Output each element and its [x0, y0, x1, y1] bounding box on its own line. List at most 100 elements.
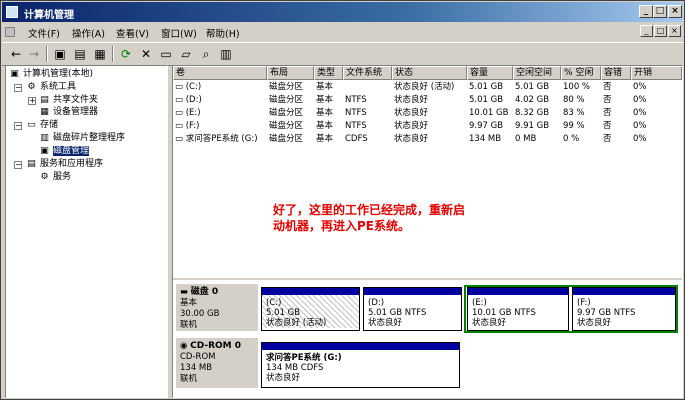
mdi-close-button[interactable]: ×	[668, 25, 681, 37]
volume-cell-fs: NTFS	[345, 95, 367, 105]
tools-icon: ⚙	[27, 81, 36, 92]
minimize-button[interactable]: _	[639, 5, 653, 18]
volume-cell-pct: 0 %	[563, 134, 580, 144]
title-bar[interactable]: 计算机管理 _ □ ×	[2, 2, 683, 22]
partition-d[interactable]: (D:) 5.01 GB NTFS 状态良好	[363, 287, 462, 331]
volume-cell-ov: 0%	[633, 82, 647, 92]
column-header-filesystem[interactable]: 文件系统	[343, 66, 392, 80]
column-header-fault-tolerance[interactable]: 容错	[601, 66, 631, 80]
partition-g[interactable]: 求问答PE系统 (G:) 134 MB CDFS 状态良好	[261, 342, 460, 388]
show-tree-icon[interactable]: ▤	[72, 46, 88, 62]
back-arrow-icon[interactable]: ←	[8, 46, 24, 62]
volume-icon: ▭	[175, 121, 186, 131]
column-header-type[interactable]: 类型	[314, 66, 343, 80]
disk-graphical-view: ▬ 磁盘 0 基本 30.00 GB 联机 (C:) 5.01 GB 状态良好 …	[173, 278, 682, 397]
volume-cell-free: 5.01 GB	[515, 82, 550, 92]
properties-icon[interactable]: ▦	[92, 46, 108, 62]
mdi-restore-button[interactable]: □	[654, 25, 667, 37]
volume-row[interactable]: ▭ (D:) 磁盘分区 基本 NTFS 状态良好 5.01 GB 4.02 GB 80 % 否 0…	[173, 94, 682, 107]
volume-icon: ▭	[175, 108, 186, 118]
open-folder-icon[interactable]: ▭	[158, 46, 174, 62]
volume-cell-fs	[345, 81, 392, 94]
cdrom-icon: ◉	[180, 341, 191, 351]
tree-item-shared-folders[interactable]: ▤ 共享文件夹	[39, 94, 98, 106]
menu-view[interactable]: 查看(V)	[116, 26, 149, 40]
partition-c[interactable]: (C:) 5.01 GB 状态良好 (活动)	[261, 287, 360, 331]
console-tree: ▣ 计算机管理(本地) − ⚙ 系统工具 + ▤ 共享文件夹 ▦ 设备管理器 − ▭ 存储…	[5, 65, 168, 398]
volume-cell-ft: 否	[603, 95, 612, 105]
tree-item-storage[interactable]: ▭ 存储	[26, 119, 58, 131]
tree-item-defragmenter[interactable]: ▥ 磁盘碎片整理程序	[39, 132, 125, 144]
partition-f[interactable]: (F:) 9.97 GB NTFS 状态良好	[572, 287, 676, 331]
volume-cell-name: ▭ (C:)	[175, 82, 202, 92]
volume-row[interactable]: ▭ (F:) 磁盘分区 基本 NTFS 状态良好 9.97 GB 9.91 GB 99 % 否 0…	[173, 120, 682, 133]
volume-cell-pct: 80 %	[563, 95, 585, 105]
collapse-toggle[interactable]: −	[14, 84, 22, 92]
volume-cell-name: ▭ (F:)	[175, 121, 200, 131]
cdrom-0-label[interactable]: ◉ CD-ROM 0 CD-ROM 134 MB 联机	[176, 338, 258, 388]
column-header-free-space[interactable]: 空闲空间	[513, 66, 561, 80]
instruction-note: 好了，这里的工作已经完成，重新启 动机器，再进入PE系统。	[273, 203, 466, 233]
volume-cell-cap: 5.01 GB	[469, 95, 504, 105]
shared-folder-icon: ▤	[40, 94, 49, 105]
volume-row[interactable]: ▭ 求问答PE系统 (G:) 磁盘分区 基本 CDFS 状态良好 134 MB 0 MB 0 …	[173, 133, 682, 146]
device-manager-icon: ▦	[40, 106, 49, 117]
maximize-button[interactable]: □	[653, 5, 667, 18]
volume-cell-ov: 0%	[633, 121, 647, 131]
storage-icon: ▭	[27, 119, 36, 130]
volume-cell-type: 基本	[316, 134, 334, 144]
tree-item-system-tools[interactable]: ⚙ 系统工具	[26, 81, 76, 93]
volume-cell-type: 基本	[316, 121, 334, 131]
tree-item-disk-management[interactable]: ▣ 磁盘管理	[39, 145, 90, 157]
volume-cell-cap: 10.01 GB	[469, 108, 509, 118]
menu-help[interactable]: 帮助(H)	[206, 26, 240, 40]
column-header-volume[interactable]: 卷	[173, 66, 267, 80]
forward-arrow-icon[interactable]: →	[26, 46, 42, 62]
column-header-overhead[interactable]: 开销	[631, 66, 682, 80]
column-header-status[interactable]: 状态	[392, 66, 467, 80]
volume-cell-pct: 83 %	[563, 108, 585, 118]
mdi-minimize-button[interactable]: _	[640, 25, 653, 37]
menu-window[interactable]: 窗口(W)	[161, 26, 197, 40]
disk-list-icon[interactable]: ▥	[218, 46, 234, 62]
menu-bar: 文件(F) 操作(A) 查看(V) 窗口(W) 帮助(H) _ □ ×	[2, 23, 683, 41]
volume-cell-cap: 134 MB	[469, 134, 502, 144]
search-icon[interactable]: ⌕	[198, 46, 214, 62]
tree-item-services-apps[interactable]: ▤ 服务和应用程序	[26, 158, 103, 170]
volume-cell-name: ▭ (D:)	[175, 95, 202, 105]
computer-icon: ▣	[10, 68, 19, 79]
partition-e[interactable]: (E:) 10.01 GB NTFS 状态良好	[467, 287, 569, 331]
volume-cell-free: 9.91 GB	[515, 121, 550, 131]
volume-cell-type: 基本	[316, 108, 334, 118]
volume-icon: ▭	[175, 95, 186, 105]
disk-0-label[interactable]: ▬ 磁盘 0 基本 30.00 GB 联机	[176, 284, 258, 331]
column-header-layout[interactable]: 布局	[267, 66, 314, 80]
volume-cell-ft: 否	[603, 108, 612, 118]
volume-cell-layout: 磁盘分区	[269, 108, 304, 118]
mdi-system-icon[interactable]	[5, 27, 15, 37]
delete-icon[interactable]: ✕	[138, 46, 154, 62]
toolbar-separator	[112, 46, 114, 62]
column-header-percent-free[interactable]: % 空闲	[561, 66, 601, 80]
tree-item-services[interactable]: ⚙ 服务	[39, 171, 71, 183]
volume-cell-ft: 否	[603, 82, 612, 92]
volume-row[interactable]: ▭ (C:) 磁盘分区 基本 状态良好 (活动) 5.01 GB 5.01 GB 100 %…	[173, 81, 682, 94]
menu-action[interactable]: 操作(A)	[72, 26, 105, 40]
menu-file[interactable]: 文件(F)	[28, 26, 60, 40]
collapse-toggle[interactable]: −	[14, 122, 22, 130]
volume-cell-fs: NTFS	[345, 108, 367, 118]
tree-item-device-manager[interactable]: ▦ 设备管理器	[39, 106, 98, 118]
tree-item-computer-management[interactable]: ▣ 计算机管理(本地)	[9, 68, 93, 80]
close-button[interactable]: ×	[668, 5, 682, 18]
volume-cell-free: 0 MB	[515, 134, 537, 144]
expand-toggle[interactable]: +	[28, 97, 36, 105]
refresh-icon[interactable]: ⟳	[118, 46, 134, 62]
up-folder-icon[interactable]: ▣	[52, 46, 68, 62]
column-header-capacity[interactable]: 容量	[467, 66, 513, 80]
volume-cell-status: 状态良好 (活动)	[394, 82, 455, 92]
volume-cell-pct: 100 %	[563, 82, 591, 92]
folder-icon[interactable]: ▱	[178, 46, 194, 62]
volume-cell-ov: 0%	[633, 134, 647, 144]
volume-row[interactable]: ▭ (E:) 磁盘分区 基本 NTFS 状态良好 10.01 GB 8.32 GB 83 % 否…	[173, 107, 682, 120]
collapse-toggle[interactable]: −	[14, 161, 22, 169]
